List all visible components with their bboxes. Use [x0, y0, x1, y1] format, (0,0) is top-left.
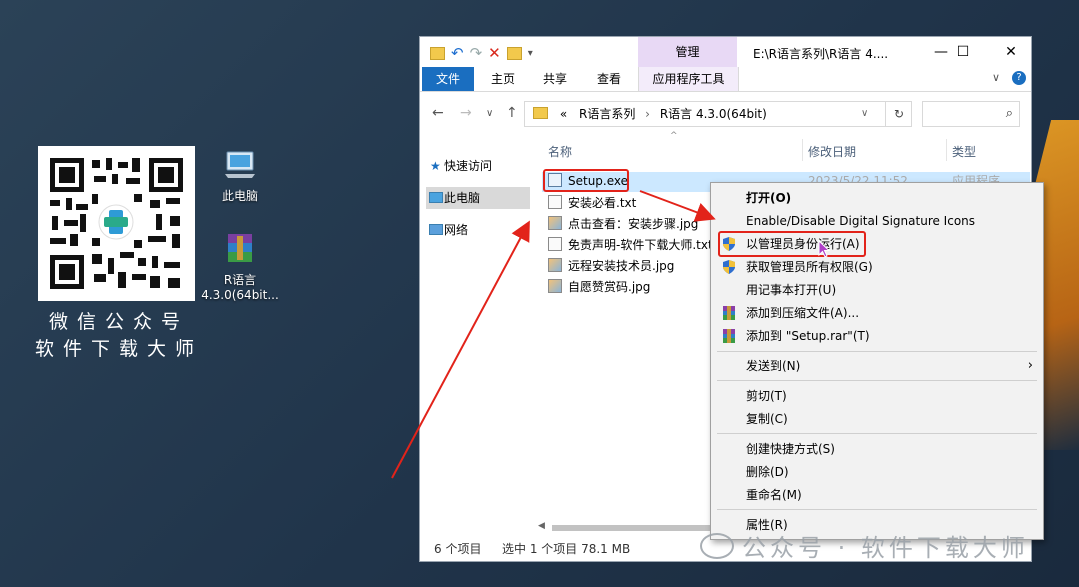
watermark: 公众号 · 软件下载大师 [700, 528, 1029, 563]
arrow-to-setup-exe [391, 220, 530, 479]
wechat-icon [700, 533, 734, 559]
annotation-arrows [391, 190, 716, 479]
watermark-text: 公众号 · 软件下载大师 [742, 534, 1029, 562]
arrow-to-context-menu [639, 190, 716, 222]
